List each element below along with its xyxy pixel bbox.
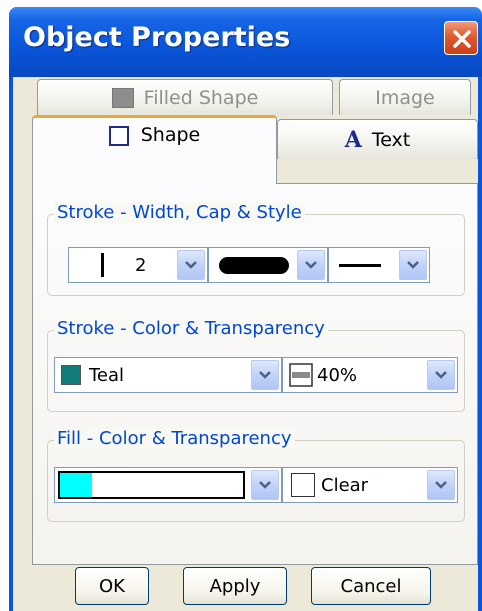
stroke-transparency-dropdown-arrow[interactable] bbox=[427, 360, 455, 390]
stroke-cap-dropdown[interactable] bbox=[208, 247, 328, 283]
tab-image-label: Image bbox=[375, 86, 435, 109]
tab-filled-shape-label: Filled Shape bbox=[143, 86, 259, 109]
chevron-down-icon bbox=[259, 481, 271, 489]
title-bar[interactable]: Object Properties bbox=[9, 7, 482, 77]
round-cap-icon bbox=[219, 257, 289, 274]
apply-button[interactable]: Apply bbox=[183, 567, 287, 605]
stroke-width-icon bbox=[101, 253, 104, 277]
clear-swatch-icon bbox=[291, 473, 315, 497]
fill-color-dropdown-arrow[interactable] bbox=[251, 470, 279, 500]
square-outline-icon bbox=[108, 126, 129, 146]
stroke-transparency-value: 40% bbox=[317, 364, 358, 386]
shape-tab-panel: Stroke - Width, Cap & Style 2 Stroke - C… bbox=[32, 183, 478, 565]
object-properties-window: Object Properties Filled Shape Image Sha… bbox=[9, 7, 482, 611]
stroke-color-dropdown-arrow[interactable] bbox=[251, 360, 279, 390]
stroke-width-dropdown[interactable]: 2 bbox=[68, 247, 208, 283]
stroke-width-dropdown-arrow[interactable] bbox=[177, 250, 205, 280]
tab-text[interactable]: A Text bbox=[277, 119, 478, 159]
text-A-icon: A bbox=[344, 126, 362, 153]
stroke-style-group: Stroke - Width, Cap & Style 2 bbox=[47, 202, 465, 296]
chevron-down-icon bbox=[185, 261, 197, 269]
close-icon bbox=[453, 30, 471, 48]
tab-shape-label: Shape bbox=[140, 124, 201, 146]
transparency-icon bbox=[289, 363, 313, 387]
close-button[interactable] bbox=[444, 21, 478, 55]
fill-transparency-dropdown-arrow[interactable] bbox=[427, 470, 455, 500]
window-title: Object Properties bbox=[23, 22, 291, 53]
stroke-style-dropdown[interactable] bbox=[328, 247, 430, 283]
ok-button[interactable]: OK bbox=[75, 567, 149, 605]
dialog-client-area: Filled Shape Image Shape A Text Stroke -… bbox=[13, 77, 478, 611]
fill-color-swatch bbox=[60, 473, 92, 497]
chevron-down-icon bbox=[305, 261, 317, 269]
cancel-button[interactable]: Cancel bbox=[311, 567, 431, 605]
fill-transparency-value: Clear bbox=[321, 474, 369, 496]
tab-shape[interactable]: Shape bbox=[32, 115, 277, 184]
chevron-down-icon bbox=[435, 371, 447, 379]
stroke-color-name: Teal bbox=[89, 364, 125, 386]
stroke-color-swatch bbox=[61, 365, 81, 385]
chevron-down-icon bbox=[435, 481, 447, 489]
stroke-style-dropdown-arrow[interactable] bbox=[399, 250, 427, 280]
fill-transparency-dropdown[interactable]: Clear bbox=[282, 467, 458, 503]
tab-image: Image bbox=[339, 79, 471, 115]
stroke-transparency-dropdown[interactable]: 40% bbox=[282, 357, 458, 393]
stroke-color-group: Stroke - Color & Transparency Teal 40% bbox=[47, 318, 465, 412]
stroke-color-group-label: Stroke - Color & Transparency bbox=[54, 318, 328, 339]
stroke-width-value: 2 bbox=[135, 254, 147, 276]
chevron-down-icon bbox=[259, 371, 271, 379]
stroke-color-dropdown[interactable]: Teal bbox=[54, 357, 282, 393]
fill-color-dropdown[interactable] bbox=[54, 467, 282, 503]
fill-color-group-label: Fill - Color & Transparency bbox=[54, 428, 295, 449]
filled-square-icon bbox=[111, 87, 134, 108]
fill-color-group: Fill - Color & Transparency Clear bbox=[47, 428, 465, 522]
stroke-style-group-label: Stroke - Width, Cap & Style bbox=[54, 202, 305, 223]
chevron-down-icon bbox=[407, 261, 419, 269]
fill-color-bar bbox=[58, 471, 245, 499]
stroke-cap-dropdown-arrow[interactable] bbox=[297, 250, 325, 280]
tab-filled-shape: Filled Shape bbox=[37, 79, 333, 115]
solid-line-icon bbox=[339, 264, 381, 267]
tab-text-label: Text bbox=[371, 128, 411, 151]
